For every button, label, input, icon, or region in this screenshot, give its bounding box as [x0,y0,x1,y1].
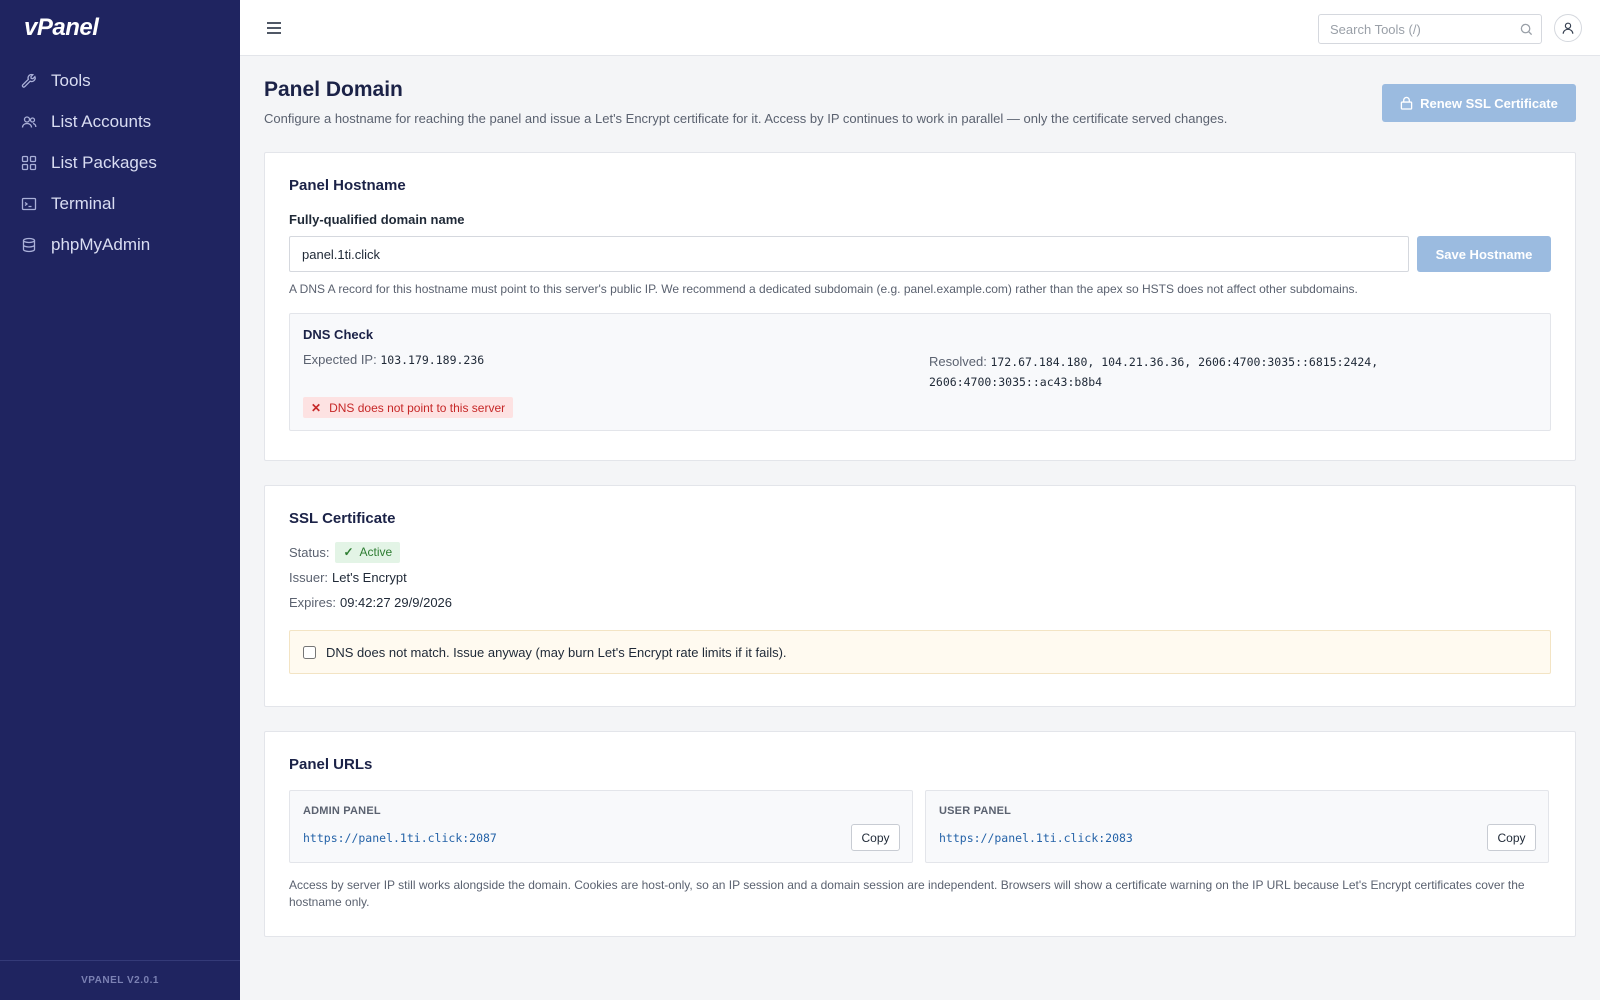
ssl-expires-value: 09:42:27 29/9/2026 [339,594,453,610]
dns-check-title: DNS Check [303,327,374,342]
main-content: Panel Domain Configure a hostname for re… [264,56,1576,961]
urls-card: Panel URLs ADMIN PANEL https://panel.1ti… [264,731,1576,937]
ssl-status-badge: ✓ Active [335,541,401,563]
expected-ip-label: Expected IP: [303,352,377,367]
page-description: Configure a hostname for reaching the pa… [264,111,1228,126]
dns-status-text: DNS does not point to this server [329,400,506,415]
admin-panel-url[interactable]: https://panel.1ti.click:2087 [303,831,497,845]
wrench-icon [21,73,37,89]
ssl-issuer-value: Let's Encrypt [332,569,407,585]
vpanel-logo[interactable]: vPanel [24,14,99,42]
lock-icon [1400,96,1413,110]
urls-card-title: Panel URLs [289,756,373,773]
sidebar-item-phpmyadmin[interactable]: phpMyAdmin [0,224,240,265]
page-header: Panel Domain Configure a hostname for re… [264,56,1576,152]
search-icon[interactable] [1520,23,1533,36]
dns-check-box: DNS Check Expected IP: 103.179.189.236 R… [289,313,1551,431]
ssl-issuer-label: Issuer: [289,569,329,585]
renew-ssl-label: Renew SSL Certificate [1420,95,1558,111]
urls-row: ADMIN PANEL https://panel.1ti.click:2087… [289,790,1551,863]
ssl-status-label: Status: [289,544,330,560]
dns-status-badge: ✕ DNS does not point to this server [303,397,514,418]
ssl-status-value: Active [359,545,393,559]
urls-note: Access by server IP still works alongsid… [289,878,1525,909]
expected-ip-value: 103.179.189.236 [380,353,485,367]
issue-anyway-box: DNS does not match. Issue anyway (may bu… [289,630,1551,674]
issue-anyway-label[interactable]: DNS does not match. Issue anyway (may bu… [326,645,787,660]
resolved-label: Resolved: [929,354,987,369]
user-panel-label: USER PANEL [939,805,1012,817]
ssl-issuer-row: Issuer: Let's Encrypt [289,566,1551,588]
database-icon [21,237,37,253]
user-icon [1562,22,1574,34]
sidebar-footer: VPANEL V2.0.1 [0,960,240,1000]
save-hostname-button[interactable]: Save Hostname [1417,236,1551,272]
fqdn-label: Fully-qualified domain name [289,212,465,227]
user-avatar[interactable] [1554,14,1582,42]
admin-panel-box: ADMIN PANEL https://panel.1ti.click:2087… [289,790,913,863]
copy-user-url-button[interactable]: Copy [1487,824,1536,851]
cross-icon: ✕ [311,400,322,415]
admin-panel-label: ADMIN PANEL [303,805,381,817]
user-panel-box: USER PANEL https://panel.1ti.click:2083 … [925,790,1549,863]
issue-anyway-checkbox[interactable] [303,645,316,659]
sidebar-item-terminal[interactable]: Terminal [0,183,240,224]
sidebar-item-label: List Packages [51,152,157,172]
hostname-card: Panel Hostname Fully-qualified domain na… [264,152,1576,461]
hostname-row: Save Hostname [289,236,1551,272]
ssl-status-row: Status: ✓ Active [289,541,1551,563]
dns-resolved: Resolved: 172.67.184.180, 104.21.36.36, … [929,352,1409,392]
search-box [1318,14,1542,44]
version-label: VPANEL V2.0.1 [81,975,159,986]
ssl-expires-row: Expires: 09:42:27 29/9/2026 [289,591,1551,613]
hostname-help-text: A DNS A record for this hostname must po… [289,282,1358,296]
menu-icon[interactable] [264,18,284,38]
user-panel-url[interactable]: https://panel.1ti.click:2083 [939,831,1133,845]
sidebar-item-label: Terminal [51,193,116,213]
ssl-card: SSL Certificate Status: ✓ Active Issuer:… [264,485,1576,707]
hostname-card-title: Panel Hostname [289,177,406,194]
page-title: Panel Domain [264,78,403,101]
sidebar-item-tools[interactable]: Tools [0,60,240,101]
renew-ssl-button[interactable]: Renew SSL Certificate [1382,84,1576,122]
resolved-value: 172.67.184.180, 104.21.36.36, 2606:4700:… [929,355,1379,389]
copy-admin-url-button[interactable]: Copy [851,824,900,851]
sidebar-item-label: phpMyAdmin [51,234,151,254]
ssl-card-title: SSL Certificate [289,510,396,527]
sidebar-nav: Tools List Accounts List Packages Termin… [0,60,240,265]
search-input[interactable] [1319,16,1509,42]
users-icon [21,114,37,130]
grid-icon [21,155,37,171]
check-icon: ✓ [343,545,354,559]
sidebar-item-list-accounts[interactable]: List Accounts [0,101,240,142]
sidebar-item-label: List Accounts [51,111,152,131]
topbar [240,0,1600,56]
sidebar-item-list-packages[interactable]: List Packages [0,142,240,183]
dns-expected: Expected IP: 103.179.189.236 [303,352,484,367]
hostname-input[interactable] [289,236,1409,272]
terminal-icon [21,196,37,212]
sidebar: vPanel Tools List Accounts List Packages… [0,0,240,1000]
sidebar-item-label: Tools [51,70,91,90]
ssl-expires-label: Expires: [289,594,336,610]
